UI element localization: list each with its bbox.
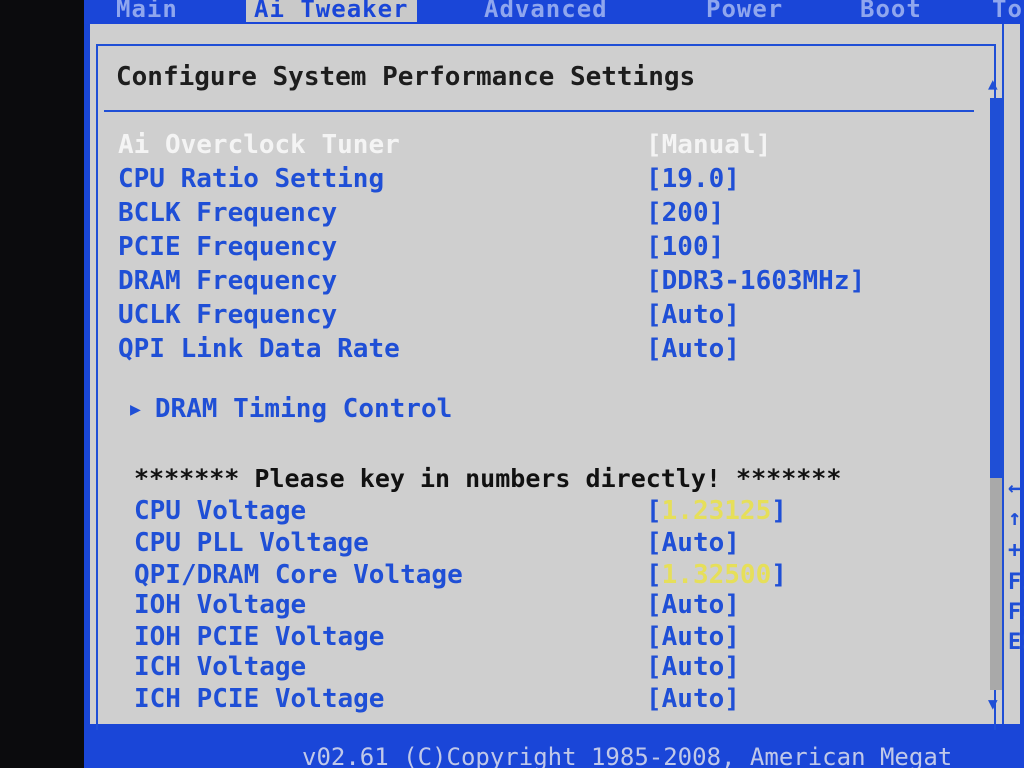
tab-ai-tweaker[interactable]: Ai Tweaker [246, 0, 417, 22]
setting-dram-frequency[interactable]: DRAM Frequency [DDR3-1603MHz] [118, 266, 998, 296]
title-divider [104, 110, 974, 112]
setting-label: ICH PCIE Voltage [134, 684, 385, 714]
copyright-footer: v02.61 (C)Copyright 1985-2008, American … [84, 730, 1024, 768]
scroll-down-icon[interactable]: ▼ [988, 694, 998, 713]
setting-ioh-voltage[interactable]: IOH Voltage [Auto] [134, 590, 1014, 620]
help-key-left-arrow: ← [1008, 476, 1022, 501]
submenu-arrow-icon: ▶ [130, 399, 141, 420]
setting-ioh-pcie-voltage[interactable]: IOH PCIE Voltage [Auto] [134, 622, 1014, 652]
setting-label: CPU Ratio Setting [118, 164, 385, 194]
setting-value[interactable]: [Auto] [646, 622, 740, 652]
setting-label: IOH Voltage [134, 590, 307, 620]
value-bracket: ] [771, 496, 787, 526]
setting-cpu-ratio[interactable]: CPU Ratio Setting [19.0] [118, 164, 998, 194]
setting-value[interactable]: [19.0] [646, 164, 740, 194]
value-bracket: [ [646, 560, 662, 590]
tab-advanced[interactable]: Advanced [484, 0, 608, 22]
setting-value[interactable]: [DDR3-1603MHz] [646, 266, 865, 296]
setting-value[interactable]: [Auto] [646, 652, 740, 682]
setting-label: Ai Overclock Tuner [118, 130, 400, 160]
value-bracket: ] [771, 560, 787, 590]
setting-cpu-pll-voltage[interactable]: CPU PLL Voltage [Auto] [134, 528, 1014, 558]
setting-value[interactable]: [1.23125] [646, 496, 787, 526]
setting-label: DRAM Frequency [118, 266, 338, 296]
help-key-f1: F1 [1008, 570, 1024, 595]
value-text: [Auto] [646, 684, 740, 714]
setting-value[interactable]: [200] [646, 198, 724, 228]
setting-label: ICH Voltage [134, 652, 307, 682]
help-column: ← ↑ +- F1 F1 ES [1002, 24, 1024, 724]
setting-value[interactable]: [Auto] [646, 334, 740, 364]
value-number: 1.23125 [661, 496, 772, 526]
setting-value[interactable]: [100] [646, 232, 724, 262]
setting-qpi-link-data-rate[interactable]: QPI Link Data Rate [Auto] [118, 334, 998, 364]
help-key-f10: F1 [1008, 600, 1024, 625]
submenu-label: DRAM Timing Control [154, 394, 453, 424]
value-text: [Auto] [646, 590, 740, 620]
value-text: [Auto] [646, 528, 740, 558]
setting-ich-pcie-voltage[interactable]: ICH PCIE Voltage [Auto] [134, 684, 1014, 714]
tab-tools[interactable]: To [992, 0, 1023, 22]
setting-value[interactable]: [Auto] [646, 590, 740, 620]
value-bracket: [ [646, 496, 662, 526]
help-key-up-arrow: ↑ [1008, 506, 1022, 531]
submenu-dram-timing-control[interactable]: ▶ DRAM Timing Control [130, 394, 452, 424]
setting-label: CPU Voltage [134, 496, 307, 526]
setting-qpi-dram-core-voltage[interactable]: QPI/DRAM Core Voltage [1.32500] [134, 560, 1014, 590]
setting-label: QPI Link Data Rate [118, 334, 400, 364]
value-number: 1.32500 [661, 560, 772, 590]
tab-power[interactable]: Power [706, 0, 783, 22]
tab-boot[interactable]: Boot [860, 0, 922, 22]
setting-ich-voltage[interactable]: ICH Voltage [Auto] [134, 652, 1014, 682]
setting-value[interactable]: [Auto] [646, 684, 740, 714]
entry-notice: ******* Please key in numbers directly! … [134, 464, 842, 493]
setting-value[interactable]: [Auto] [646, 528, 740, 558]
setting-label: CPU PLL Voltage [134, 528, 369, 558]
scroll-up-icon[interactable]: ▲ [988, 74, 998, 93]
setting-label: UCLK Frequency [118, 300, 338, 330]
help-key-esc: ES [1008, 630, 1024, 655]
setting-value[interactable]: [Auto] [646, 300, 740, 330]
tab-main[interactable]: Main [116, 0, 178, 22]
setting-bclk-frequency[interactable]: BCLK Frequency [200] [118, 198, 998, 228]
setting-value[interactable]: [1.32500] [646, 560, 787, 590]
value-text: [Auto] [646, 652, 740, 682]
setting-uclk-frequency[interactable]: UCLK Frequency [Auto] [118, 300, 998, 330]
setting-label: QPI/DRAM Core Voltage [134, 560, 463, 590]
tab-bar: Main Ai Tweaker Advanced Power Boot To [84, 0, 1024, 24]
bios-screen: Main Ai Tweaker Advanced Power Boot To C… [84, 0, 1024, 768]
settings-panel: Configure System Performance Settings Ai… [90, 24, 1024, 734]
scroll-thumb[interactable] [990, 98, 1002, 478]
setting-ai-overclock-tuner[interactable]: Ai Overclock Tuner [Manual] [118, 130, 998, 160]
setting-label: PCIE Frequency [118, 232, 338, 262]
scroll-track[interactable] [990, 478, 1002, 690]
setting-value[interactable]: [Manual] [646, 130, 771, 160]
value-text: [Auto] [646, 622, 740, 652]
setting-cpu-voltage[interactable]: CPU Voltage [1.23125] [134, 496, 1014, 526]
setting-pcie-frequency[interactable]: PCIE Frequency [100] [118, 232, 998, 262]
help-key-plus-minus: +- [1008, 538, 1024, 563]
page-title: Configure System Performance Settings [116, 62, 696, 92]
setting-label: IOH PCIE Voltage [134, 622, 385, 652]
setting-label: BCLK Frequency [118, 198, 338, 228]
